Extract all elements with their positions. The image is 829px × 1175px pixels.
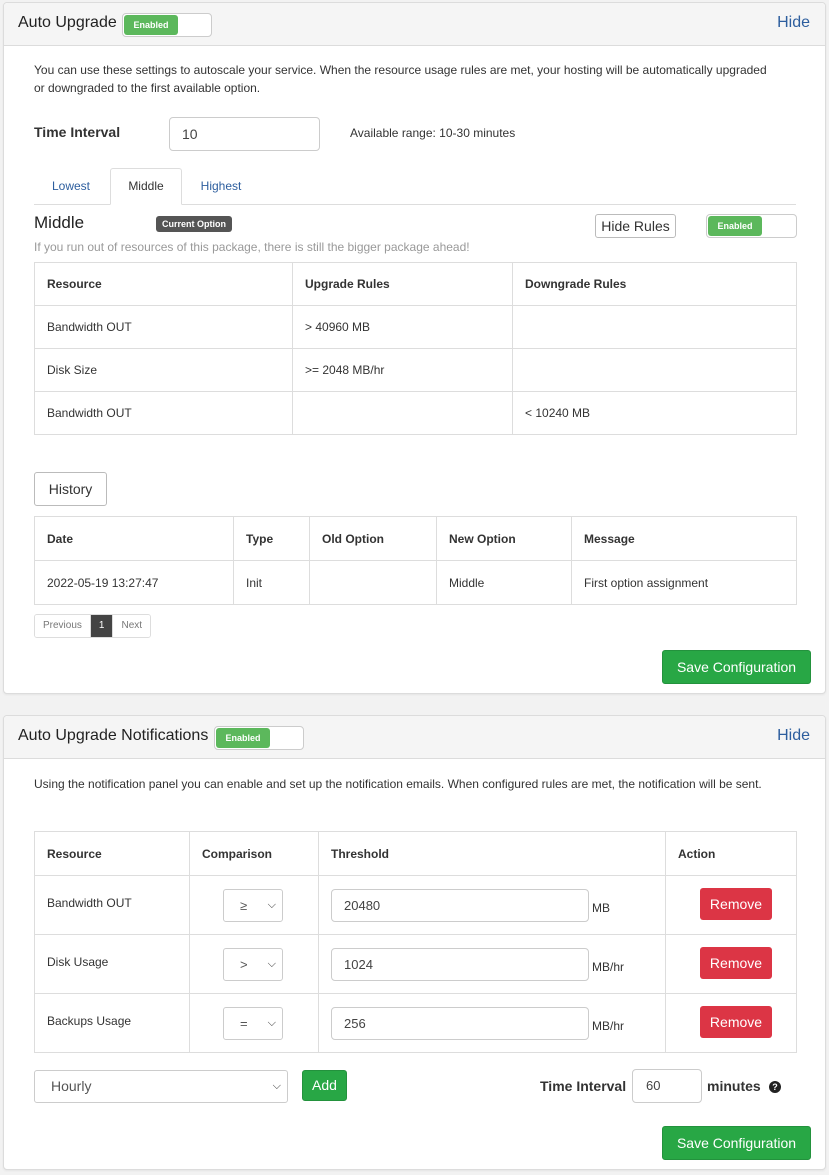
pager-page-1[interactable]: 1 [90, 615, 114, 637]
frequency-select[interactable]: Hourly ⌵ [34, 1070, 288, 1103]
pager-next[interactable]: Next [113, 615, 151, 637]
remove-button[interactable]: Remove [700, 947, 772, 979]
history-header-type: Type [233, 516, 310, 561]
history-date: 2022-05-19 13:27:47 [34, 560, 234, 605]
available-range-text: Available range: 10-30 minutes [350, 126, 516, 140]
panel-title: Auto Upgrade Notifications [18, 727, 209, 744]
history-new: Middle [436, 560, 572, 605]
option-title: Middle [34, 213, 85, 232]
comparison-value: > [240, 957, 248, 972]
tab-middle[interactable]: Middle [110, 168, 182, 205]
history-type: Init [233, 560, 310, 605]
add-button[interactable]: Add [302, 1070, 347, 1101]
save-configuration-button[interactable]: Save Configuration [662, 1126, 811, 1160]
comparison-select[interactable]: = ⌵ [223, 1007, 283, 1040]
chevron-down-icon: ⌵ [267, 958, 276, 970]
table-row: Bandwidth OUT < 10240 MB [34, 391, 797, 435]
notifications-description: Using the notification panel you can ena… [34, 777, 762, 791]
notify-time-interval-label: Time Interval [540, 1078, 627, 1094]
rule-upgrade [292, 391, 513, 435]
rules-header-resource: Resource [34, 262, 293, 306]
history-message: First option assignment [571, 560, 797, 605]
minutes-label: minutes [707, 1078, 761, 1094]
header-action: Action [665, 831, 797, 876]
rules-header-downgrade: Downgrade Rules [512, 262, 797, 306]
frequency-value: Hourly [51, 1078, 92, 1094]
threshold-input[interactable]: 1024 [331, 948, 589, 981]
rules-table: Resource Upgrade Rules Downgrade Rules B… [34, 262, 797, 435]
panel-title: Auto Upgrade [18, 14, 117, 31]
rule-upgrade: >= 2048 MB/hr [292, 348, 513, 392]
tab-highest[interactable]: Highest [184, 168, 258, 204]
history-old [309, 560, 437, 605]
notify-resource: Disk Usage [34, 934, 190, 994]
current-option-badge: Current Option [156, 216, 232, 232]
chevron-down-icon: ⌵ [272, 1080, 281, 1092]
upgrade-description: You can use these settings to autoscale … [34, 63, 767, 95]
option-note: If you run out of resources of this pack… [34, 240, 470, 254]
notifications-toggle[interactable]: Enabled [214, 726, 304, 750]
history-header-date: Date [34, 516, 234, 561]
rule-downgrade [512, 305, 797, 349]
chevron-down-icon: ⌵ [267, 1017, 276, 1029]
history-header-row: Date Type Old Option New Option Message [34, 516, 797, 561]
pager-previous[interactable]: Previous [35, 615, 91, 637]
threshold-unit: MB/hr [592, 960, 625, 974]
rule-resource: Disk Size [34, 348, 293, 392]
option-toggle[interactable]: Enabled [706, 214, 797, 238]
save-configuration-button[interactable]: Save Configuration [662, 650, 811, 684]
rules-header-upgrade: Upgrade Rules [292, 262, 513, 306]
threshold-unit: MB [592, 901, 610, 915]
tab-lowest[interactable]: Lowest [34, 168, 108, 204]
remove-button[interactable]: Remove [700, 1006, 772, 1038]
comparison-value: = [240, 1016, 248, 1031]
history-table: Date Type Old Option New Option Message … [34, 516, 797, 605]
help-icon[interactable]: ? [769, 1081, 781, 1093]
auto-upgrade-header: Auto Upgrade Enabled Hide [4, 3, 825, 46]
threshold-unit: MB/hr [592, 1019, 625, 1033]
notifications-header: Auto Upgrade Notifications Enabled Hide [4, 716, 825, 759]
time-interval-input[interactable]: 10 [169, 117, 320, 151]
threshold-input[interactable]: 256 [331, 1007, 589, 1040]
notifications-panel: Auto Upgrade Notifications Enabled Hide … [3, 715, 826, 1170]
hide-link[interactable]: Hide [777, 14, 810, 32]
rule-upgrade: > 40960 MB [292, 305, 513, 349]
toggle-enabled-label: Enabled [216, 728, 270, 748]
header-threshold: Threshold [318, 831, 666, 876]
hide-rules-button[interactable]: Hide Rules [595, 214, 676, 238]
notify-resource: Backups Usage [34, 993, 190, 1053]
threshold-input[interactable]: 20480 [331, 889, 589, 922]
table-row: Bandwidth OUT > 40960 MB [34, 305, 797, 349]
notifications-header-row: Resource Comparison Threshold Action [34, 831, 797, 876]
history-header-new: New Option [436, 516, 572, 561]
option-toggle-label: Enabled [708, 216, 762, 236]
header-resource: Resource [34, 831, 190, 876]
rules-header-row: Resource Upgrade Rules Downgrade Rules [34, 262, 797, 306]
notify-resource: Bandwidth OUT [34, 875, 190, 935]
rule-resource: Bandwidth OUT [34, 391, 293, 435]
history-button[interactable]: History [34, 472, 107, 506]
notify-time-interval-input[interactable]: 60 [632, 1069, 702, 1103]
comparison-select[interactable]: ≥ ⌵ [223, 889, 283, 922]
time-interval-label: Time Interval [34, 124, 121, 140]
rule-resource: Bandwidth OUT [34, 305, 293, 349]
chevron-down-icon: ⌵ [267, 899, 276, 911]
comparison-value: ≥ [240, 898, 248, 913]
rule-downgrade [512, 348, 797, 392]
comparison-select[interactable]: > ⌵ [223, 948, 283, 981]
table-row: 2022-05-19 13:27:47 Init Middle First op… [34, 560, 797, 605]
history-header-message: Message [571, 516, 797, 561]
history-header-old: Old Option [309, 516, 437, 561]
rule-downgrade: < 10240 MB [512, 391, 797, 435]
toggle-enabled-label: Enabled [124, 15, 178, 35]
table-row: Disk Size >= 2048 MB/hr [34, 348, 797, 392]
pagination: Previous 1 Next [34, 614, 152, 638]
auto-upgrade-toggle[interactable]: Enabled [122, 13, 212, 37]
hide-link[interactable]: Hide [777, 727, 810, 745]
auto-upgrade-panel: Auto Upgrade Enabled Hide You can use th… [3, 2, 826, 694]
remove-button[interactable]: Remove [700, 888, 772, 920]
header-comparison: Comparison [189, 831, 319, 876]
